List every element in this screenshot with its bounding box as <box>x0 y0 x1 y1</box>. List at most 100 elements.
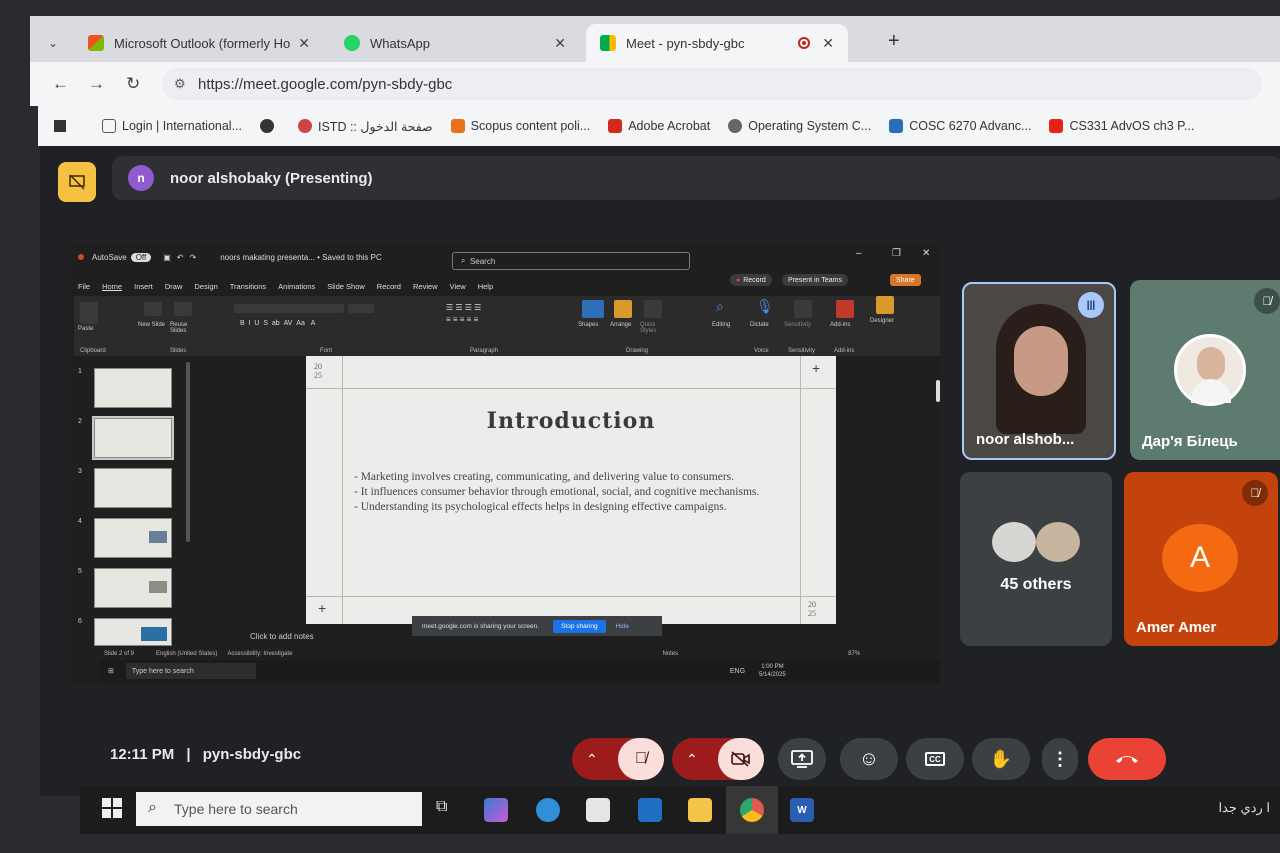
menu-animations[interactable]: Animations <box>278 282 315 291</box>
tab-whatsapp[interactable]: WhatsApp ✕ <box>330 24 580 62</box>
paste-icon[interactable] <box>80 302 98 324</box>
share-button[interactable]: Share <box>890 274 921 286</box>
participant-tile-amer[interactable]: A 🎙̸ Amer Amer <box>1124 472 1278 646</box>
participant-tile-noor[interactable]: ||| noor alshob... <box>962 282 1116 460</box>
new-slide-icon[interactable] <box>144 302 162 316</box>
menu-slide-show[interactable]: Slide Show <box>327 282 365 291</box>
add-ins-icon[interactable] <box>836 300 854 318</box>
menu-review[interactable]: Review <box>413 282 438 291</box>
tab-meet[interactable]: Meet - pyn-sbdy-gbc ✕ <box>586 24 848 62</box>
notes-toggle[interactable]: Notes <box>662 651 678 657</box>
present-in-teams-button[interactable]: Present in Teams <box>782 274 848 286</box>
outlook-icon[interactable] <box>638 798 662 822</box>
bookmark-item[interactable]: CS331 AdvOS ch3 P... <box>1049 119 1194 133</box>
participant-tile-darya[interactable]: 🎙̸ Дар'я Білець <box>1130 280 1280 460</box>
redo-icon[interactable]: ↷ <box>190 253 197 262</box>
status-accessibility[interactable]: Accessibility: Investigate <box>227 651 292 657</box>
bookmark-item[interactable]: ISTD :: صفحة الدخول <box>298 119 433 134</box>
windows-start-icon[interactable]: ⊞ <box>108 667 114 675</box>
sensitivity-icon[interactable] <box>794 300 812 318</box>
menu-transitions[interactable]: Transitions <box>230 282 266 291</box>
font-name-dropdown[interactable] <box>234 304 344 313</box>
reactions-button[interactable]: ☺ <box>840 738 898 780</box>
close-icon[interactable]: ✕ <box>554 35 566 52</box>
menu-view[interactable]: View <box>450 282 466 291</box>
mic-options-chevron-icon[interactable]: ⌃ <box>586 751 598 768</box>
font-size-dropdown[interactable] <box>348 304 374 313</box>
tab-search-chevron-icon[interactable]: ⌄ <box>48 36 58 50</box>
bookmark-item[interactable]: Login | International... <box>102 119 242 133</box>
editing-icon[interactable]: ⌕ <box>716 298 724 315</box>
menu-record[interactable]: Record <box>377 282 401 291</box>
designer-icon[interactable] <box>876 296 894 314</box>
slide-scrollbar[interactable] <box>936 380 940 402</box>
slide-thumbnail[interactable] <box>92 416 174 460</box>
menu-home[interactable]: Home <box>102 282 122 291</box>
paragraph-buttons[interactable]: ☰ ☰ ☰ ☰ ≡ ≡ ≡ ≡ ≡ <box>446 302 481 326</box>
store-icon[interactable] <box>586 798 610 822</box>
slide-thumbnail[interactable] <box>94 368 172 408</box>
quick-styles-icon[interactable] <box>644 300 662 318</box>
presentation-toggle-button[interactable] <box>58 162 96 202</box>
camera-options-chevron-icon[interactable]: ⌃ <box>686 751 698 768</box>
close-icon[interactable]: ✕ <box>922 248 930 259</box>
shapes-icon[interactable] <box>582 300 604 318</box>
bookmark-item[interactable] <box>260 119 280 133</box>
slide-thumbnail[interactable] <box>94 618 172 646</box>
reuse-slides-icon[interactable] <box>174 302 192 316</box>
restore-icon[interactable]: ❐ <box>892 248 901 259</box>
dictate-icon[interactable]: 🎙 <box>756 298 774 315</box>
task-view-icon[interactable]: ⧉ <box>436 798 460 822</box>
more-options-button[interactable]: ⋮ <box>1042 738 1078 780</box>
menu-insert[interactable]: Insert <box>134 282 153 291</box>
file-explorer-icon[interactable] <box>688 798 712 822</box>
save-icon[interactable]: ▣ <box>163 253 171 262</box>
menu-help[interactable]: Help <box>478 282 493 291</box>
site-info-icon[interactable]: ⚙ <box>174 76 186 92</box>
forward-icon[interactable]: → <box>88 74 105 94</box>
notes-area[interactable]: Click to add notes <box>250 632 314 641</box>
bookmark-item[interactable]: Adobe Acrobat <box>608 119 710 133</box>
font-format-buttons[interactable]: B I U S ab AV Aa A <box>240 320 315 327</box>
raise-hand-button[interactable]: ✋ <box>972 738 1030 780</box>
hide-banner-button[interactable]: Hide <box>616 623 629 630</box>
close-icon[interactable]: ✕ <box>822 35 834 52</box>
close-icon[interactable]: ✕ <box>298 35 310 52</box>
record-button[interactable]: ● Record <box>730 274 772 286</box>
search-input[interactable]: ⌕ Search <box>452 252 690 270</box>
tab-outlook[interactable]: Microsoft Outlook (formerly Ho ✕ <box>74 24 324 62</box>
slide-thumbnail[interactable] <box>94 518 172 558</box>
back-icon[interactable]: ← <box>52 74 69 94</box>
captions-button[interactable]: CC <box>906 738 964 780</box>
edge-icon[interactable] <box>536 798 560 822</box>
bookmark-item[interactable]: Operating System C... <box>728 119 871 133</box>
taskbar-search-input[interactable]: ⌕ Type here to search <box>136 792 422 826</box>
new-tab-icon[interactable]: + <box>888 30 900 53</box>
windows-start-icon[interactable] <box>102 798 122 818</box>
autosave-toggle[interactable]: Off <box>130 252 152 262</box>
inner-search-input[interactable]: Type here to search <box>125 663 256 679</box>
minimize-icon[interactable]: – <box>856 248 862 259</box>
bookmark-item[interactable]: Scopus content poli... <box>450 119 590 133</box>
menu-file[interactable]: File <box>78 282 90 291</box>
participant-tile-others[interactable]: 45 others <box>960 472 1112 646</box>
stop-sharing-button[interactable]: Stop sharing <box>553 619 606 633</box>
zoom-level[interactable]: 87% <box>848 651 860 657</box>
undo-icon[interactable]: ↶ <box>177 253 184 262</box>
menu-design[interactable]: Design <box>194 282 217 291</box>
slide-canvas[interactable]: 20 25 20 25 + + Introduction - Marketing… <box>306 356 836 624</box>
leave-call-button[interactable] <box>1088 738 1166 780</box>
menu-draw[interactable]: Draw <box>165 282 183 291</box>
present-now-button[interactable] <box>778 738 826 780</box>
apps-icon[interactable] <box>54 120 66 132</box>
bookmark-item[interactable]: COSC 6270 Advanc... <box>889 119 1031 133</box>
camera-off-button[interactable] <box>718 738 764 780</box>
slide-thumbnail[interactable] <box>94 468 172 508</box>
copilot-icon[interactable] <box>484 798 508 822</box>
reload-icon[interactable]: ↻ <box>126 74 140 94</box>
mic-off-button[interactable]: 🎙̸ <box>618 738 664 780</box>
word-icon[interactable]: W <box>790 798 814 822</box>
thumbnail-scrollbar[interactable] <box>186 362 190 542</box>
url-input[interactable]: ⚙ https://meet.google.com/pyn-sbdy-gbc <box>162 68 1262 100</box>
arrange-icon[interactable] <box>614 300 632 318</box>
